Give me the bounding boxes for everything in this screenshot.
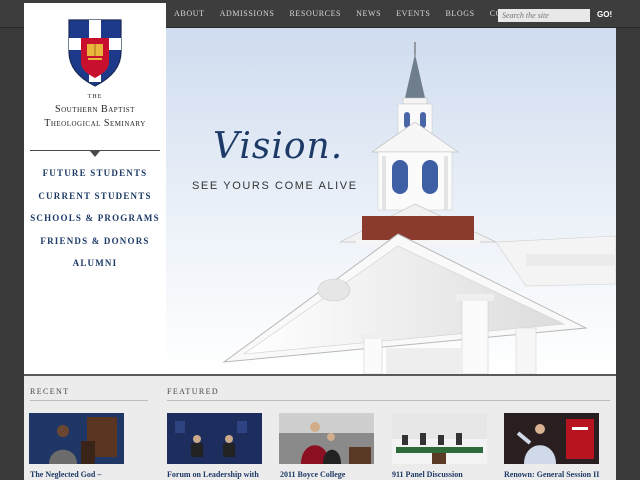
nav-admissions[interactable]: ADMISSIONS <box>220 9 275 18</box>
sidenav-schools-programs[interactable]: SCHOOLS & PROGRAMS <box>24 211 166 234</box>
sidenav-future-students[interactable]: FUTURE STUDENTS <box>24 166 166 189</box>
main-nav: ABOUT ADMISSIONS RESOURCES NEWS EVENTS B… <box>174 9 546 18</box>
logo-line-1: Southern Baptist <box>55 104 135 115</box>
nav-blogs[interactable]: BLOGS <box>445 9 474 18</box>
featured-video-thumbnail-4[interactable] <box>504 413 599 464</box>
featured-caption-1[interactable]: Forum on Leadership with <box>167 470 259 479</box>
recent-caption[interactable]: The Neglected God – <box>30 470 101 479</box>
logo-line-2: Theological Seminary <box>44 118 146 129</box>
recent-video-thumbnail[interactable] <box>29 413 124 464</box>
logo-the: THE <box>87 94 103 100</box>
recent-rule <box>30 400 148 401</box>
divider-arrow-icon <box>90 151 100 157</box>
seminary-logo[interactable]: THE Southern Baptist Theological Seminar… <box>24 3 166 143</box>
sidenav-current-students[interactable]: CURRENT STUDENTS <box>24 189 166 212</box>
nav-events[interactable]: EVENTS <box>396 9 430 18</box>
nav-resources[interactable]: RESOURCES <box>289 9 341 18</box>
featured-video-thumbnail-1[interactable] <box>167 413 262 464</box>
go-button[interactable]: GO! <box>597 10 612 19</box>
featured-heading: FEATURED <box>167 387 220 396</box>
featured-caption-3[interactable]: 911 Panel Discussion <box>392 470 463 479</box>
media-section: RECENT FEATURED The Neglected God – Foru… <box>24 374 616 480</box>
recent-heading: RECENT <box>30 387 70 396</box>
featured-video-thumbnail-3[interactable] <box>392 413 487 464</box>
search-input[interactable] <box>498 9 590 22</box>
sidenav-friends-donors[interactable]: FRIENDS & DONORS <box>24 234 166 257</box>
hero-banner <box>166 28 616 374</box>
featured-caption-2[interactable]: 2011 Boyce College <box>280 470 345 479</box>
chapel-steeple-image <box>166 28 616 374</box>
nav-news[interactable]: NEWS <box>356 9 381 18</box>
featured-rule <box>167 400 610 401</box>
featured-video-thumbnail-2[interactable] <box>279 413 374 464</box>
shield-crest-icon <box>68 19 122 87</box>
hero-headline: Vision. <box>213 126 344 167</box>
nav-about[interactable]: ABOUT <box>174 9 205 18</box>
sidenav-alumni[interactable]: ALUMNI <box>24 256 166 279</box>
featured-caption-4[interactable]: Renown: General Session II <box>504 470 599 479</box>
audience-nav: FUTURE STUDENTS CURRENT STUDENTS SCHOOLS… <box>24 166 166 279</box>
hero-tagline: SEE YOURS COME ALIVE <box>192 180 358 192</box>
